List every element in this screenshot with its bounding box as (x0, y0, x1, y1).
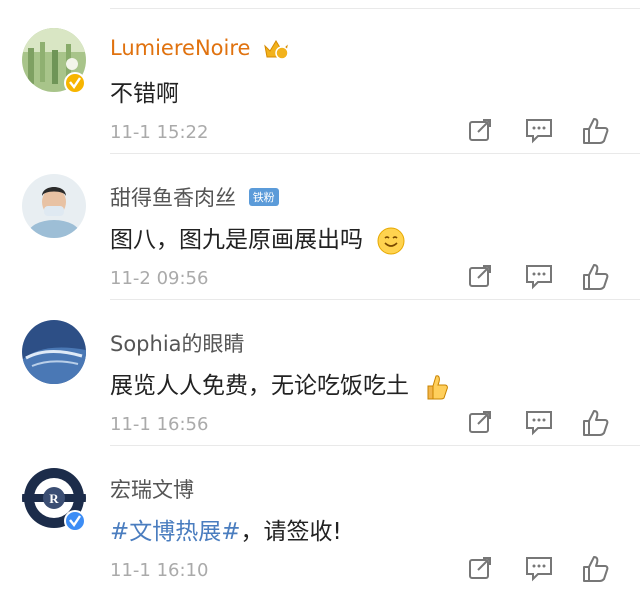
verified-badge (64, 72, 86, 94)
comment-actions (466, 116, 616, 148)
thumbs-up-emoji-icon (422, 372, 450, 402)
share-icon[interactable] (466, 408, 496, 438)
username[interactable]: 宏瑞文博 (110, 474, 194, 504)
comment-text: #文博热展#，请签收! (110, 512, 342, 546)
comment-text-content: 展览人人免费，无论吃饭吃土 (110, 373, 409, 399)
username-text[interactable]: LumiereNoire (110, 36, 250, 60)
timestamp: 11-2 09:56 (110, 268, 209, 289)
avatar[interactable] (22, 174, 86, 238)
username[interactable]: 甜得鱼香肉丝 铁粉 (110, 182, 279, 212)
smile-emoji-icon (376, 226, 406, 256)
comment-item: Sophia的眼睛 展览人人免费，无论吃饭吃土 11-1 16:56 (0, 300, 640, 446)
comment-actions (466, 408, 616, 440)
username-text[interactable]: 甜得鱼香肉丝 (110, 186, 236, 210)
like-icon[interactable] (580, 262, 610, 292)
like-icon[interactable] (580, 116, 610, 146)
comment-item: R 宏瑞文博 #文博热展#，请签收! 11-1 16:10 (0, 446, 640, 592)
share-icon[interactable] (466, 554, 496, 584)
comment-actions (466, 262, 616, 294)
avatar[interactable] (22, 320, 86, 384)
like-icon[interactable] (580, 554, 610, 584)
comment-text-content: ，请签收! (240, 519, 342, 545)
like-icon[interactable] (580, 408, 610, 438)
comment-text-content: 图八，图九是原画展出吗 (110, 227, 363, 253)
comment-text: 不错啊 (110, 81, 179, 107)
fan-badge: 铁粉 (248, 188, 279, 206)
comment-icon[interactable] (524, 262, 554, 292)
share-icon[interactable] (466, 262, 496, 292)
hashtag-link[interactable]: #文博热展# (110, 519, 241, 545)
comment-text: 展览人人免费，无论吃饭吃土 (110, 366, 450, 402)
username[interactable]: Sophia的眼睛 (110, 328, 245, 358)
timestamp: 11-1 16:56 (110, 414, 209, 435)
username[interactable]: LumiereNoire (110, 36, 289, 60)
username-text[interactable]: 宏瑞文博 (110, 478, 194, 502)
comment-actions (466, 554, 616, 586)
username-text[interactable]: Sophia的眼睛 (110, 332, 245, 356)
timestamp: 11-1 16:10 (110, 560, 209, 581)
comment-icon[interactable] (524, 116, 554, 146)
share-icon[interactable] (466, 116, 496, 146)
verified-badge (64, 510, 86, 532)
comment-item: LumiereNoire 不错啊 11-1 15:22 (0, 8, 640, 154)
timestamp: 11-1 15:22 (110, 122, 209, 143)
svg-text:R: R (49, 491, 59, 506)
comment-icon[interactable] (524, 554, 554, 584)
comment-text: 图八，图九是原画展出吗 (110, 220, 406, 256)
comment-icon[interactable] (524, 408, 554, 438)
comment-item: 甜得鱼香肉丝 铁粉 图八，图九是原画展出吗 11-2 09:56 (0, 154, 640, 300)
crown-vip-icon (263, 38, 289, 60)
